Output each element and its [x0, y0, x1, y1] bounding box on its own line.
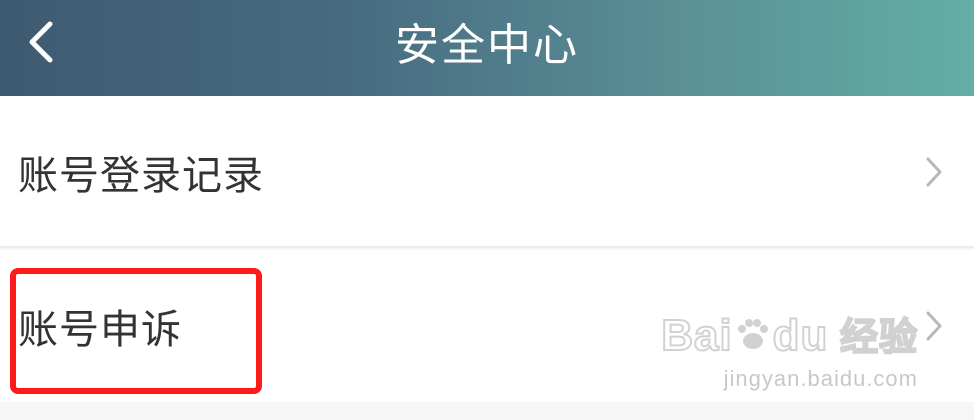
list-item-label: 账号申诉	[18, 307, 182, 353]
security-center-screen: 安全中心 账号登录记录 账号申诉 Bai du 经验 jingyan.baidu…	[0, 0, 974, 420]
list-item-login-records[interactable]: 账号登录记录	[0, 96, 974, 248]
header-bar: 安全中心	[0, 0, 974, 96]
list-item-account-appeal[interactable]: 账号申诉	[0, 250, 974, 402]
page-title: 安全中心	[395, 20, 579, 71]
divider	[0, 246, 974, 248]
chevron-right-icon	[924, 155, 944, 189]
chevron-right-icon	[924, 309, 944, 343]
settings-list: 账号登录记录 账号申诉	[0, 96, 974, 402]
list-item-label: 账号登录记录	[18, 153, 264, 199]
